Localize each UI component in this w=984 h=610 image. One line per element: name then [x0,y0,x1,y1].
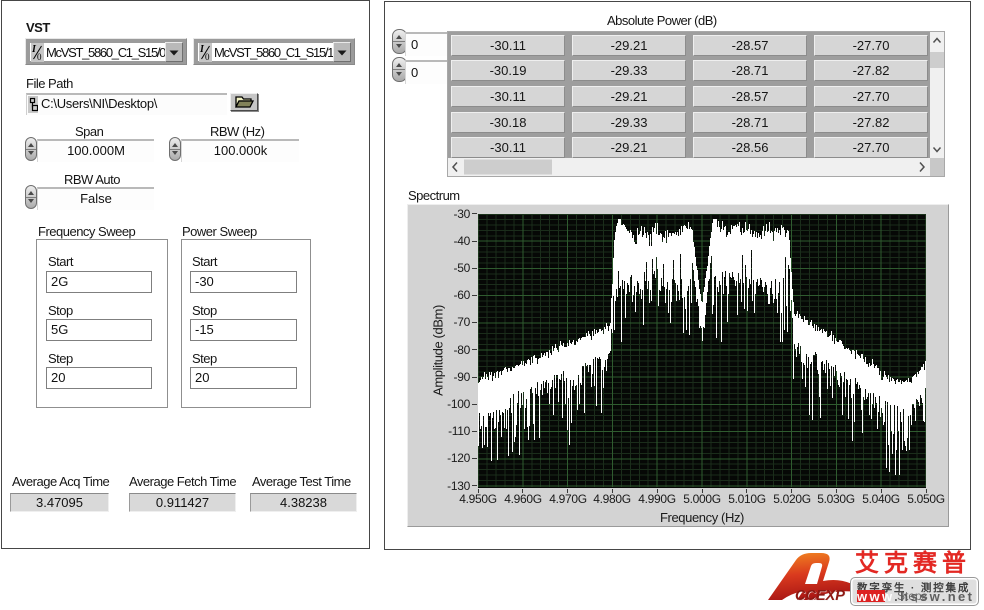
svg-text:0: 0 [205,52,210,62]
svg-text:0: 0 [37,52,42,62]
